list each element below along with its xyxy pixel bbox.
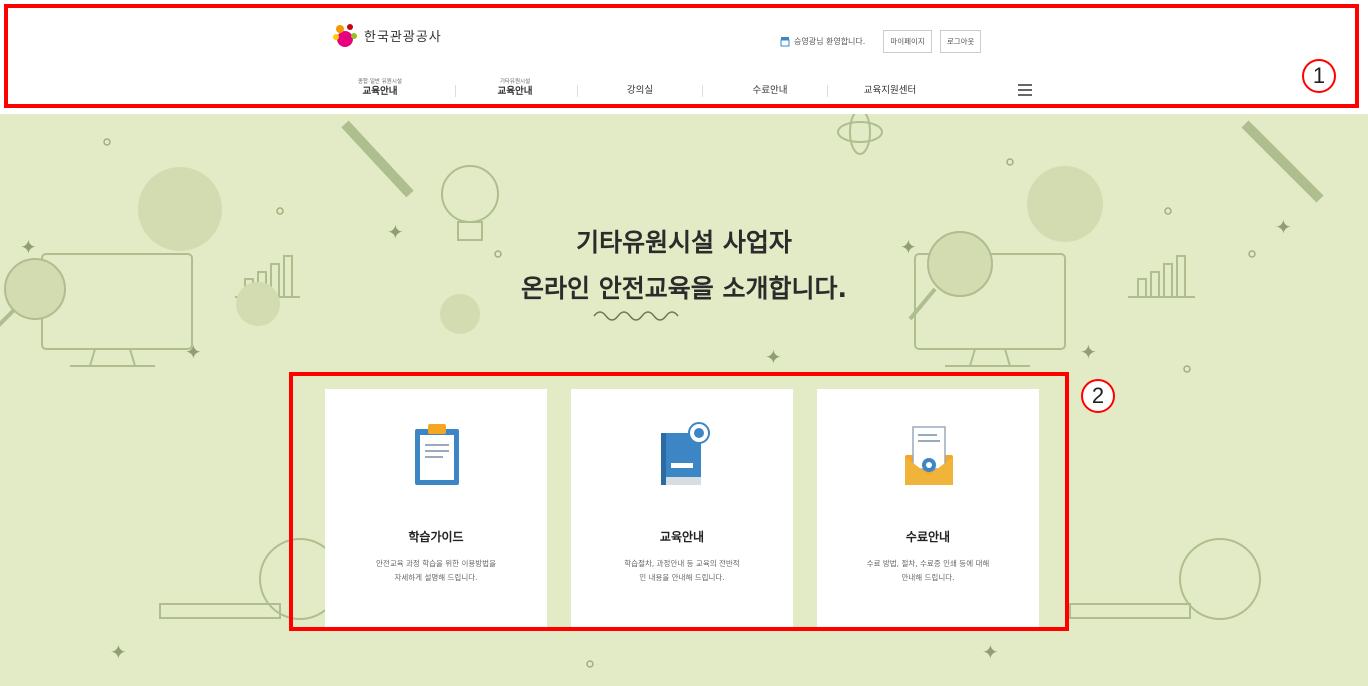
svg-text:✦: ✦ xyxy=(110,640,127,664)
svg-text:✦: ✦ xyxy=(982,640,999,664)
annotation-box-1 xyxy=(4,4,1359,108)
hero-line-1: 기타유원시설 사업자 xyxy=(576,228,792,257)
hero-title: 기타유원시설 사업자 온라인 안전교육을 소개합니다. xyxy=(0,220,1368,312)
annotation-number-1: 1 xyxy=(1302,59,1336,93)
wave-divider-icon xyxy=(593,311,679,321)
svg-text:✦: ✦ xyxy=(765,345,782,369)
hero-line-2: 온라인 안전교육을 소개합니다. xyxy=(521,274,847,303)
svg-text:✦: ✦ xyxy=(185,340,202,364)
annotation-number-2: 2 xyxy=(1081,379,1115,413)
annotation-box-2 xyxy=(289,372,1069,631)
svg-text:✦: ✦ xyxy=(1080,340,1097,364)
